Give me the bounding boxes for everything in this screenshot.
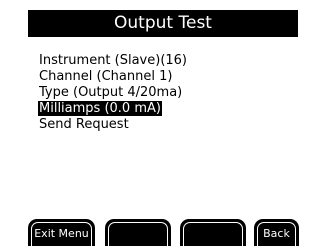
back-softkey[interactable]: Back bbox=[254, 219, 299, 246]
menu-item-label: Milliamps (0.0 mA) bbox=[38, 101, 162, 116]
softkey-frame bbox=[183, 222, 243, 246]
menu-item-label: Type (Output 4/20ma) bbox=[39, 85, 183, 100]
menu-item-label: Channel (Channel 1) bbox=[39, 69, 173, 84]
device-screen: Output Test Instrument (Slave)(16) Chann… bbox=[0, 0, 320, 246]
menu-item-instrument[interactable]: Instrument (Slave)(16) bbox=[38, 53, 188, 69]
menu-list: Instrument (Slave)(16) Channel (Channel … bbox=[38, 53, 188, 133]
menu-item-channel[interactable]: Channel (Channel 1) bbox=[38, 69, 188, 85]
menu-item-type[interactable]: Type (Output 4/20ma) bbox=[38, 85, 188, 101]
menu-item-label: Instrument (Slave)(16) bbox=[39, 53, 188, 68]
softkey-3[interactable] bbox=[180, 219, 246, 246]
page-title: Output Test bbox=[28, 10, 298, 37]
softkey-label: Exit Menu bbox=[34, 227, 89, 240]
menu-item-send-request[interactable]: Send Request bbox=[38, 117, 188, 133]
menu-item-label: Send Request bbox=[39, 117, 129, 132]
softkey-frame bbox=[108, 222, 168, 246]
softkey-label: Back bbox=[263, 227, 290, 240]
softkey-2[interactable] bbox=[105, 219, 171, 246]
exit-menu-softkey[interactable]: Exit Menu bbox=[28, 219, 95, 246]
menu-item-milliamps[interactable]: Milliamps (0.0 mA) bbox=[38, 101, 188, 117]
